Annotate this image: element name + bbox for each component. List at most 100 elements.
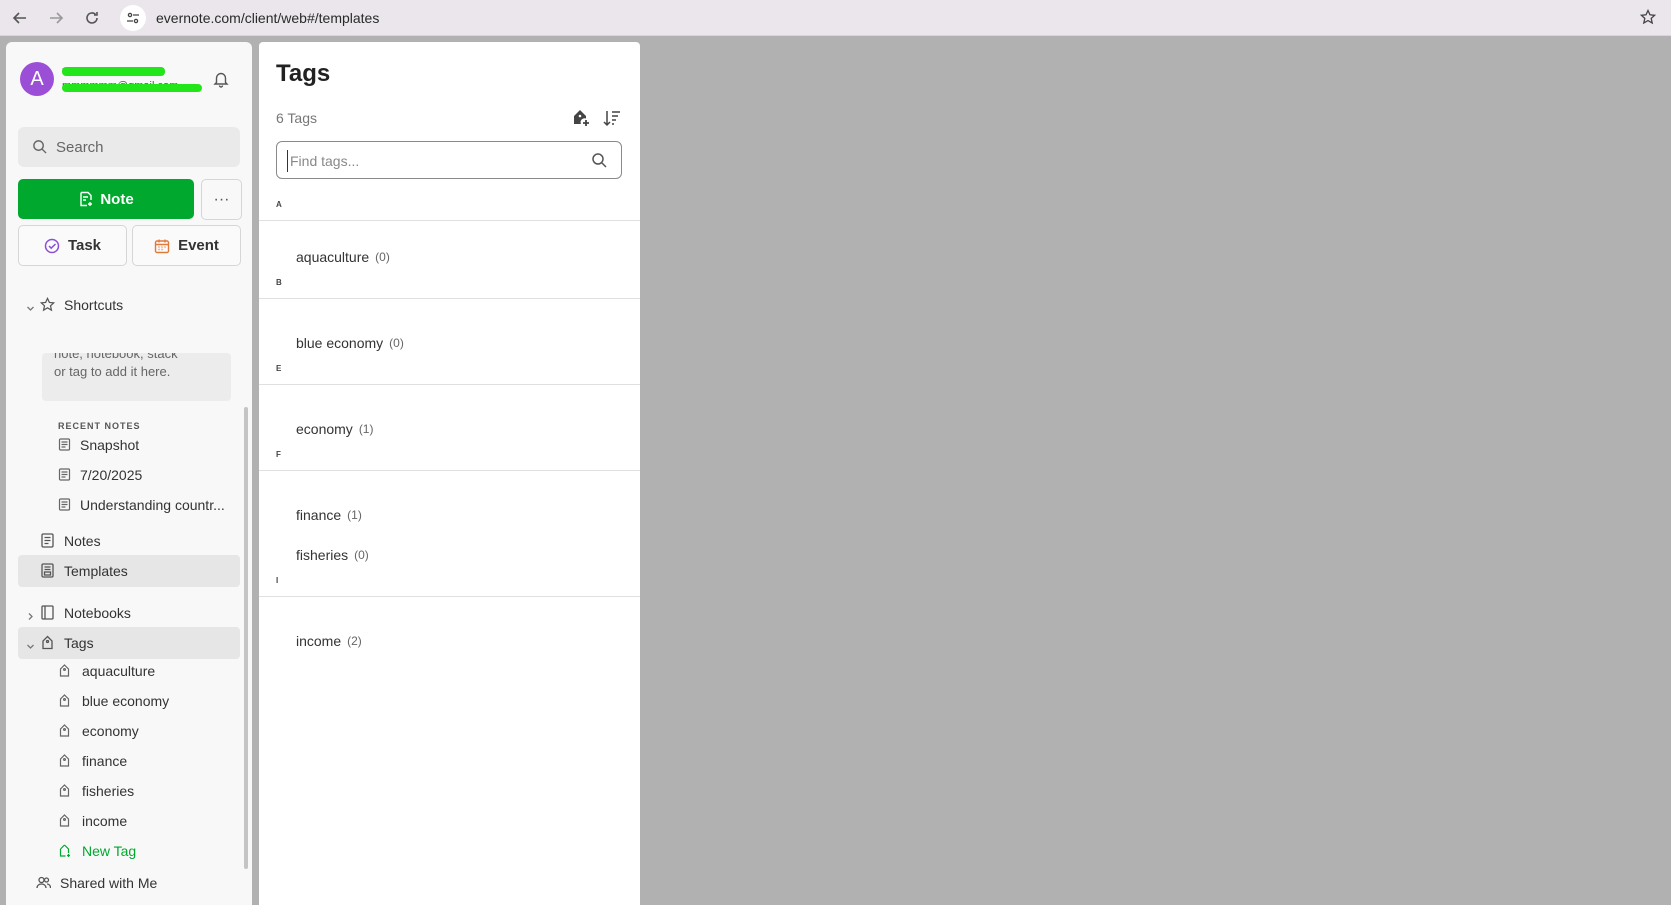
tag-icon	[58, 784, 72, 798]
find-tags-field[interactable]	[276, 141, 622, 179]
divider	[259, 384, 640, 385]
chevron-down-icon[interactable]	[26, 300, 36, 311]
divider	[259, 470, 640, 471]
address-bar[interactable]: evernote.com/client/web#/templates	[120, 4, 379, 31]
tag-name: finance	[296, 507, 342, 523]
note-icon	[58, 438, 72, 452]
letter-heading: I	[276, 576, 279, 585]
page-title: Tags	[276, 60, 331, 87]
arrow-left-icon	[12, 11, 26, 24]
tag-note-count: (0)	[375, 250, 390, 264]
note-add-icon	[80, 191, 93, 207]
letter-heading: E	[276, 364, 282, 373]
sidebar-tag-name: fisheries	[82, 783, 135, 799]
calendar-icon	[154, 239, 170, 253]
tag-row[interactable]: income (2)	[296, 630, 362, 652]
shortcut-hint: note, notebook, stack or tag to add it h…	[42, 353, 231, 401]
tag-row[interactable]: economy (1)	[296, 418, 373, 440]
account-menu[interactable]: A uuuu mmmmmm@gmail.com	[20, 62, 202, 96]
shortcuts-label: Shortcuts	[64, 297, 124, 313]
bell-icon[interactable]	[212, 70, 232, 90]
sidebar-tag-item[interactable]: aquaculture	[58, 657, 238, 685]
search-icon[interactable]	[591, 152, 607, 168]
templates-icon	[40, 563, 56, 579]
sidebar-tag-name: blue economy	[82, 693, 170, 709]
sidebar-tag-name: finance	[82, 753, 128, 769]
sidebar-tag-name: aquaculture	[82, 663, 156, 679]
task-check-icon	[44, 238, 60, 253]
chevron-right-icon[interactable]	[26, 608, 36, 620]
new-tag-button[interactable]: New Tag	[58, 837, 238, 865]
letter-heading: B	[276, 278, 282, 287]
tag-note-count: (1)	[347, 508, 362, 522]
chevron-down-icon[interactable]	[26, 638, 36, 649]
recent-note-title: Understanding countr...	[80, 497, 225, 513]
add-tag-icon[interactable]	[571, 108, 593, 130]
url-text[interactable]: evernote.com/client/web#/templates	[156, 10, 379, 26]
reload-button[interactable]	[76, 3, 108, 33]
new-note-button[interactable]: Note	[18, 179, 194, 219]
sidebar-item-templates[interactable]: Templates	[18, 555, 240, 587]
avatar[interactable]: A	[20, 62, 54, 96]
tag-name: fisheries	[296, 547, 349, 563]
redaction-mark	[62, 67, 165, 76]
tag-row[interactable]: fisheries (0)	[296, 544, 369, 566]
forward-button[interactable]	[40, 3, 72, 33]
recent-note-item[interactable]: Snapshot	[58, 431, 238, 459]
tag-row[interactable]: finance (1)	[296, 504, 362, 526]
sidebar-item-notebooks[interactable]: Notebooks	[18, 597, 240, 629]
sidebar-tag-item[interactable]: economy	[58, 717, 238, 745]
tag-note-count: (2)	[347, 634, 362, 648]
sort-icon[interactable]	[602, 108, 624, 130]
tag-note-count: (0)	[389, 336, 404, 350]
shared-label: Shared with Me	[60, 875, 158, 891]
new-event-label: Event	[178, 237, 219, 254]
new-event-button[interactable]: Event	[132, 225, 241, 266]
arrow-right-icon	[50, 11, 64, 24]
shortcut-hint-line: note, notebook, stack	[54, 353, 178, 361]
sidebar-item-tags[interactable]: Tags	[18, 627, 240, 659]
recent-note-item[interactable]: Understanding countr...	[58, 491, 238, 519]
search-icon	[32, 139, 48, 155]
sidebar-item-notes[interactable]: Notes	[18, 525, 240, 557]
sidebar-item-shortcuts[interactable]: Shortcuts	[18, 289, 240, 321]
note-icon	[58, 468, 72, 482]
tag-count: 6 Tags	[276, 110, 317, 126]
search-input[interactable]: Search	[18, 127, 240, 167]
sidebar-tag-item[interactable]: fisheries	[58, 777, 238, 805]
tag-icon	[58, 694, 72, 708]
sidebar-item-shared[interactable]: Shared with Me	[18, 867, 240, 899]
sidebar-tag-item[interactable]: income	[58, 807, 238, 835]
tag-name: income	[296, 633, 342, 649]
tag-row[interactable]: blue economy (0)	[296, 332, 404, 354]
new-task-button[interactable]: Task	[18, 225, 127, 266]
tag-row[interactable]: aquaculture (0)	[296, 246, 390, 268]
tag-icon	[40, 635, 56, 651]
sidebar-tag-item[interactable]: finance	[58, 747, 238, 775]
redaction-mark	[62, 84, 202, 92]
note-icon	[58, 498, 72, 512]
bookmark-star-icon[interactable]	[1635, 4, 1661, 30]
recent-note-item[interactable]: 7/20/2025	[58, 461, 238, 489]
tags-panel: Tags 6 Tags A aquaculture (0) B blue eco…	[259, 42, 640, 905]
sidebar-tag-name: economy	[82, 723, 139, 739]
notes-icon	[40, 533, 56, 549]
recent-note-title: 7/20/2025	[80, 467, 143, 483]
back-button[interactable]	[4, 3, 36, 33]
notebooks-label: Notebooks	[64, 605, 131, 621]
site-settings-icon[interactable]	[120, 4, 146, 31]
tag-note-count: (0)	[354, 548, 369, 562]
more-options-button[interactable]: ···	[201, 179, 242, 220]
recent-note-title: Snapshot	[80, 437, 140, 453]
tag-name: aquaculture	[296, 249, 370, 265]
browser-toolbar: evernote.com/client/web#/templates	[0, 0, 1671, 36]
divider	[259, 298, 640, 299]
sidebar-scrollbar[interactable]	[244, 407, 248, 869]
find-tags-input[interactable]	[287, 150, 582, 172]
divider	[259, 596, 640, 597]
tag-note-count: (1)	[358, 422, 374, 436]
reload-icon	[86, 11, 98, 24]
sidebar-tag-item[interactable]: blue economy	[58, 687, 238, 715]
search-placeholder: Search	[56, 138, 104, 156]
templates-label: Templates	[64, 563, 128, 579]
